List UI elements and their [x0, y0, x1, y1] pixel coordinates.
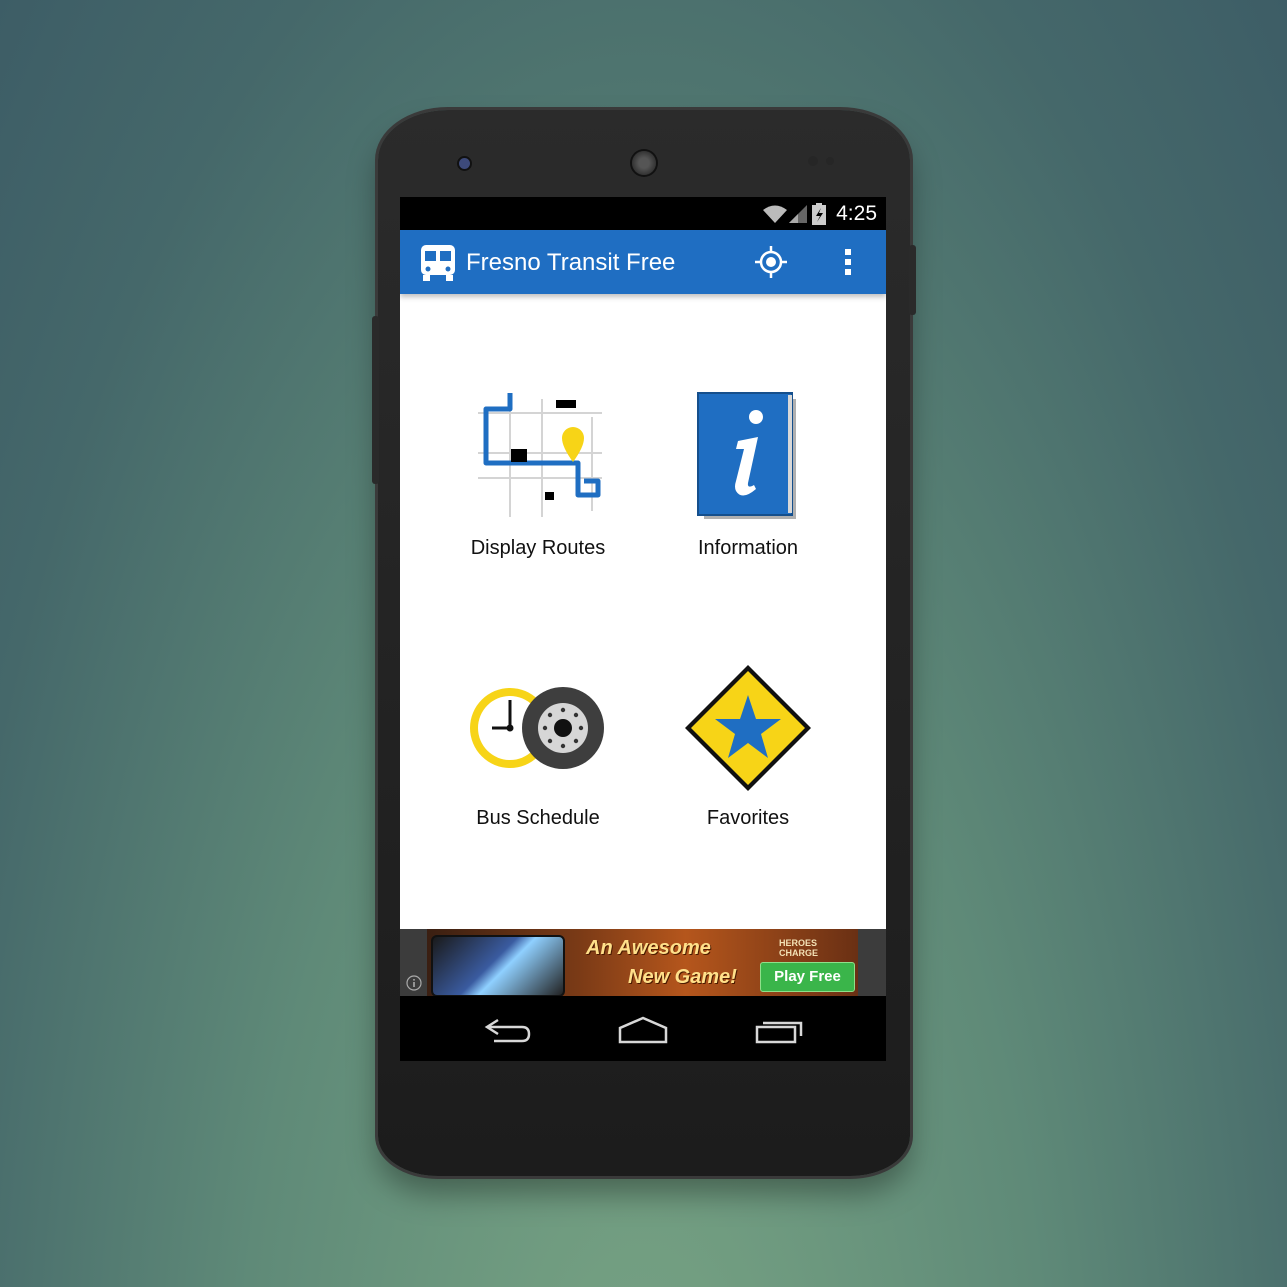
wifi-icon [763, 205, 787, 223]
nav-bar [400, 996, 886, 1061]
earpiece-speaker [632, 151, 656, 175]
bus-icon [421, 245, 455, 281]
ad-game-image [431, 935, 565, 997]
status-time: 4:25 [836, 202, 877, 225]
status-bar: 4:25 [400, 197, 886, 230]
clock-wheel-icon [470, 687, 604, 769]
proximity-sensor [808, 156, 818, 166]
locate-icon[interactable] [754, 245, 788, 279]
front-camera [459, 158, 470, 169]
ad-banner[interactable]: An Awesome New Game! HEROES CHARGE Play … [400, 929, 886, 997]
tile-information[interactable]: Information [648, 387, 848, 607]
tile-label: Information [697, 537, 799, 559]
tile-display-routes[interactable]: Display Routes [438, 387, 638, 607]
tile-label: Bus Schedule [476, 807, 600, 829]
screen: 4:25 Fresno Transit Free Display Routes … [400, 197, 886, 1061]
ad-brand: HEROES CHARGE [779, 938, 819, 958]
tile-favorites[interactable]: Favorites [648, 665, 848, 897]
route-map-icon [478, 393, 602, 517]
signal-icon [789, 205, 807, 223]
app-title: Fresno Transit Free [466, 249, 676, 276]
ad-play-button[interactable]: Play Free [760, 962, 855, 992]
tile-bus-schedule[interactable]: Bus Schedule [438, 677, 638, 897]
star-sign-icon [685, 665, 811, 791]
ad-creative[interactable]: An Awesome New Game! HEROES CHARGE Play … [427, 929, 858, 997]
light-sensor [826, 157, 834, 165]
ad-info-icon[interactable] [406, 975, 422, 991]
ad-headline-line1: An Awesome [586, 937, 711, 959]
power-button [909, 245, 916, 315]
home-icon[interactable] [617, 1015, 669, 1045]
back-icon[interactable] [484, 1016, 532, 1044]
ad-headline-line2: New Game! [628, 966, 737, 988]
volume-button [372, 316, 379, 484]
overflow-menu-icon[interactable] [843, 247, 853, 277]
tile-label: Favorites [706, 807, 790, 829]
app-bar: Fresno Transit Free [400, 230, 886, 294]
battery-icon [812, 203, 826, 225]
info-book-icon [697, 392, 796, 519]
recents-icon[interactable] [754, 1015, 804, 1045]
tile-label: Display Routes [470, 537, 606, 559]
